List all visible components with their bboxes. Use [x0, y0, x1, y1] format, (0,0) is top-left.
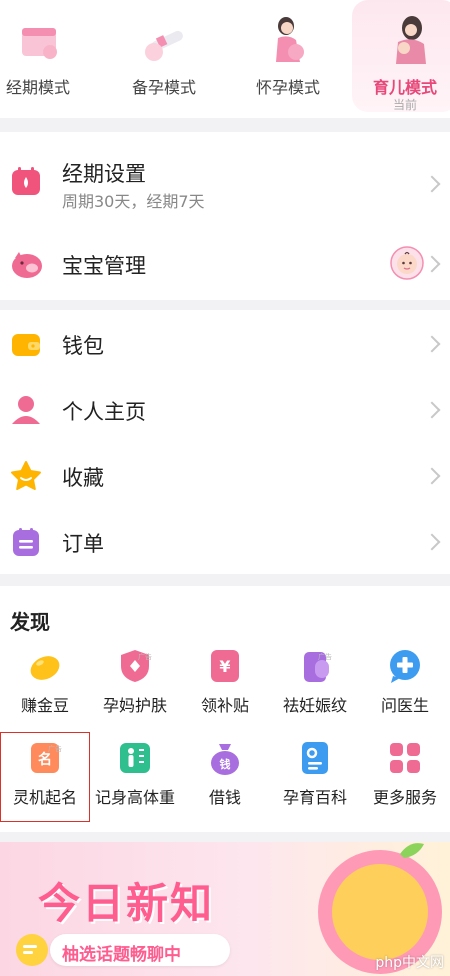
chat-bubble-icon: [16, 934, 48, 966]
mode-parenting[interactable]: 育儿模式 当前: [352, 0, 450, 112]
period-settings-title: 经期设置: [62, 162, 146, 186]
menu-item-orders[interactable]: 订单: [0, 508, 450, 574]
discover-item-label: 问医生: [380, 696, 429, 715]
ad-tag: 广告: [48, 745, 62, 753]
discover-more-services[interactable]: 更多服务: [360, 732, 450, 822]
period-settings-row[interactable]: 经期设置 周期30天，经期7天: [0, 132, 450, 222]
medical-chat-icon: [390, 650, 420, 683]
chevron-right-icon: [423, 255, 441, 273]
mode-switcher: 经期模式 备孕模式 怀孕模式 育儿模式 当前: [0, 0, 450, 118]
menu-item-wallet[interactable]: 钱包: [0, 310, 450, 376]
pregnant-woman-illustration-icon: [276, 17, 304, 62]
discover-height-weight[interactable]: 记身高体重: [90, 732, 180, 822]
settings-card: 经期设置 周期30天，经期7天 宝宝管理: [0, 132, 450, 300]
discover-item-label: 灵机起名: [12, 788, 77, 807]
chevron-right-icon: [423, 533, 441, 551]
discover-ask-doctor[interactable]: 问医生: [360, 640, 450, 730]
encyclopedia-search-icon: [302, 742, 328, 774]
menu-item-label: 订单: [62, 532, 104, 556]
discover-item-label: 记身高体重: [94, 788, 175, 807]
menu-item-label: 钱包: [62, 334, 104, 358]
period-calendar-icon: [12, 167, 40, 195]
discover-subsidy[interactable]: ¥ 领补贴: [180, 640, 270, 730]
discover-earn-beans[interactable]: 赚金豆: [0, 640, 90, 730]
svg-text:¥: ¥: [219, 657, 230, 676]
banner-subtitle: 柚选话题畅聊中: [62, 945, 181, 965]
svg-text:钱: 钱: [220, 757, 231, 771]
discover-item-label: 孕育百科: [282, 788, 347, 807]
discover-parenting-encyclopedia[interactable]: 孕育百科: [270, 732, 360, 822]
chevron-right-icon: [423, 335, 441, 353]
discover-maternity-skincare[interactable]: 广告 孕妈护肤: [90, 640, 180, 730]
chevron-right-icon: [423, 401, 441, 419]
discover-section-title: 发现: [10, 610, 50, 634]
daily-knowledge-banner[interactable]: 今日新知 柚选话题畅聊中 php中文网: [0, 842, 450, 976]
gold-bean-icon: [30, 656, 60, 680]
mother-baby-illustration-icon: [396, 16, 426, 64]
discover-item-label: 领补贴: [200, 696, 249, 715]
discover-borrow-money[interactable]: 钱 借钱: [180, 732, 270, 822]
pig-icon: [12, 252, 42, 278]
baby-avatar: [390, 246, 424, 280]
money-bag-icon: 钱: [211, 744, 239, 775]
wallet-icon: [12, 334, 40, 356]
test-strip-illustration-icon: [145, 30, 183, 61]
watermark: php中文网: [375, 955, 444, 971]
grid-apps-icon: [390, 743, 420, 773]
mode-pregnant[interactable]: 怀孕模式: [232, 0, 344, 112]
baby-management-title: 宝宝管理: [62, 254, 146, 278]
mode-pregnant-label: 怀孕模式: [255, 78, 320, 97]
discover-stretch-marks[interactable]: 广告 祛妊娠纹: [270, 640, 360, 730]
banner-title: 今日新知: [38, 879, 215, 928]
mode-period[interactable]: 经期模式: [0, 0, 94, 112]
mode-trying[interactable]: 备孕模式: [108, 0, 220, 112]
user-icon: [12, 396, 40, 424]
order-list-icon: [13, 528, 39, 556]
ad-tag: 广告: [138, 653, 152, 661]
menu-item-favorites[interactable]: 收藏: [0, 442, 450, 508]
discover-baby-naming[interactable]: 名 广告 灵机起名: [0, 732, 90, 822]
discover-item-label: 更多服务: [372, 788, 437, 807]
yen-coupon-icon: ¥: [211, 650, 239, 682]
baby-management-row[interactable]: 宝宝管理: [0, 228, 450, 300]
menu-card: 钱包 个人主页 收藏 订单: [0, 310, 450, 574]
discover-item-label: 借钱: [208, 788, 241, 807]
menu-item-label: 个人主页: [62, 400, 146, 424]
menu-item-profile[interactable]: 个人主页: [0, 376, 450, 442]
chevron-right-icon: [423, 175, 441, 193]
mode-period-label: 经期模式: [5, 78, 70, 97]
discover-item-label: 孕妈护肤: [102, 696, 167, 715]
period-settings-subtitle: 周期30天，经期7天: [62, 192, 205, 211]
star-icon: [11, 461, 41, 490]
discover-item-label: 祛妊娠纹: [282, 696, 347, 715]
menu-item-label: 收藏: [62, 466, 104, 490]
growth-chart-icon: [120, 743, 150, 773]
current-mode-indicator: 当前: [392, 98, 417, 112]
discover-item-label: 赚金豆: [20, 696, 69, 715]
ad-tag: 广告: [318, 653, 332, 661]
mode-trying-label: 备孕模式: [131, 78, 196, 97]
chevron-right-icon: [423, 467, 441, 485]
calendar-illustration-icon: [22, 28, 57, 59]
mode-parenting-label: 育儿模式: [372, 78, 437, 97]
